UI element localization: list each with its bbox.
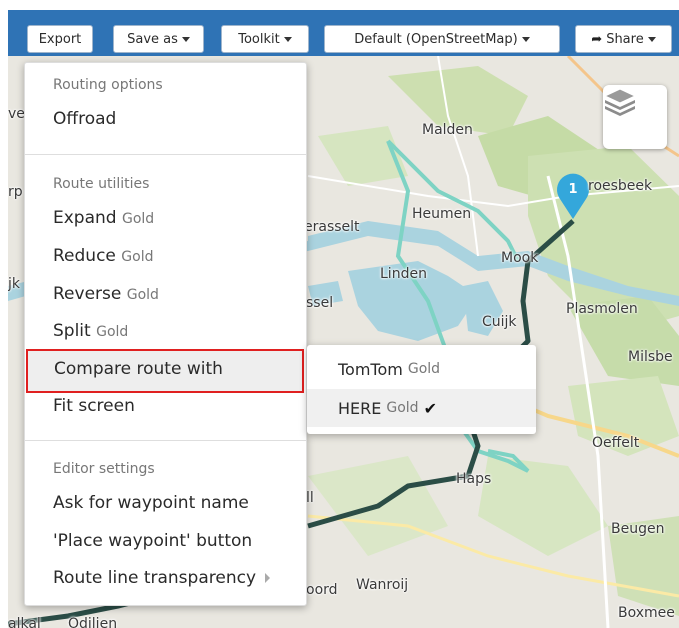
menu-divider <box>25 440 306 441</box>
place-label: oord <box>306 582 338 598</box>
gold-badge: Gold <box>96 324 129 340</box>
place-label: Linden <box>380 266 427 282</box>
chevron-right-icon <box>265 573 271 583</box>
place-label: Boxmee <box>618 605 675 621</box>
map-style-label: Default (OpenStreetMap) <box>354 31 518 47</box>
export-label: Export <box>38 31 82 47</box>
menu-item-reverse[interactable]: Reverse Gold <box>53 284 159 304</box>
place-label: Malden <box>422 122 473 138</box>
menu-item-ask-waypoint-name[interactable]: Ask for waypoint name <box>53 493 249 513</box>
layers-button[interactable] <box>603 85 667 149</box>
submenu-item-label: TomTom <box>338 359 403 379</box>
place-label: Haps <box>456 471 492 487</box>
menu-item-label: Compare route with <box>54 359 223 379</box>
menu-item-route-line-transparency[interactable]: Route line transparency <box>53 568 271 588</box>
place-label: jk <box>8 276 20 292</box>
place-label: Oeffelt <box>592 435 640 451</box>
chevron-down-icon <box>647 36 656 42</box>
share-button[interactable]: ➦ Share <box>575 25 672 53</box>
place-label: Beugen <box>611 521 665 537</box>
menu-item-compare-route-with[interactable]: Compare route with <box>26 349 304 393</box>
export-button[interactable]: Export <box>27 25 93 53</box>
submenu-item-here[interactable]: HERE Gold ✔ <box>307 389 536 427</box>
checkmark-icon: ✔ <box>423 398 437 418</box>
gold-badge: Gold <box>386 400 419 416</box>
place-label: rp <box>8 184 23 200</box>
menu-item-fit-screen[interactable]: Fit screen <box>53 396 135 416</box>
toolkit-button[interactable]: Toolkit <box>221 25 309 53</box>
menu-item-reduce[interactable]: Reduce Gold <box>53 246 154 266</box>
routing-options-header: Routing options <box>53 77 163 93</box>
menu-item-label: Split <box>53 321 91 341</box>
place-label: Heumen <box>412 206 472 222</box>
place-label: roesbeek <box>588 178 653 194</box>
place-label: Odilien <box>68 616 118 628</box>
map-style-button[interactable]: Default (OpenStreetMap) <box>324 25 560 53</box>
submenu-item-tomtom[interactable]: TomTom Gold <box>307 350 536 388</box>
place-label: alkal <box>8 616 41 628</box>
compare-route-submenu: TomTom Gold HERE Gold ✔ <box>307 345 536 434</box>
place-label: Mook <box>501 250 539 266</box>
toolkit-label: Toolkit <box>238 31 280 47</box>
menu-item-label: Reduce <box>53 246 116 266</box>
menu-item-split[interactable]: Split Gold <box>53 321 128 341</box>
editor-settings-header: Editor settings <box>53 461 155 477</box>
gold-badge: Gold <box>121 211 155 227</box>
menu-item-label: Reverse <box>53 284 122 304</box>
place-label: Plasmolen <box>566 301 638 317</box>
place-label: ll <box>306 490 314 506</box>
share-icon: ➦ <box>591 31 603 47</box>
place-label: Milsbe <box>628 349 673 365</box>
menu-item-label: Expand <box>53 208 117 228</box>
chevron-down-icon <box>283 36 292 42</box>
menu-item-place-waypoint-button[interactable]: 'Place waypoint' button <box>53 531 252 551</box>
gold-badge: Gold <box>126 287 159 303</box>
route-utilities-header: Route utilities <box>53 176 150 192</box>
save-as-label: Save as <box>127 31 178 47</box>
place-label: ve <box>8 106 25 122</box>
menu-item-offroad[interactable]: Offroad <box>53 109 116 129</box>
chevron-down-icon <box>521 36 530 42</box>
save-as-button[interactable]: Save as <box>113 25 204 53</box>
place-label: erasselt <box>304 219 360 235</box>
place-label: ssel <box>306 295 334 311</box>
chevron-down-icon <box>181 36 190 42</box>
place-label: Wanroij <box>356 577 409 593</box>
place-label: Cuijk <box>482 314 517 330</box>
menu-item-expand[interactable]: Expand Gold <box>53 208 154 228</box>
menu-divider <box>25 154 306 155</box>
layers-icon <box>603 88 637 116</box>
gold-badge: Gold <box>407 361 441 377</box>
submenu-item-label: HERE <box>338 398 382 418</box>
menu-item-label: Route line transparency <box>53 568 257 588</box>
waypoint-number: 1 <box>568 182 577 197</box>
top-toolbar: Export Save as Toolkit Default (OpenStre… <box>8 10 679 56</box>
toolkit-dropdown-menu: Routing options Offroad Route utilities … <box>24 62 307 606</box>
share-label: Share <box>606 31 644 47</box>
gold-badge: Gold <box>121 249 154 265</box>
